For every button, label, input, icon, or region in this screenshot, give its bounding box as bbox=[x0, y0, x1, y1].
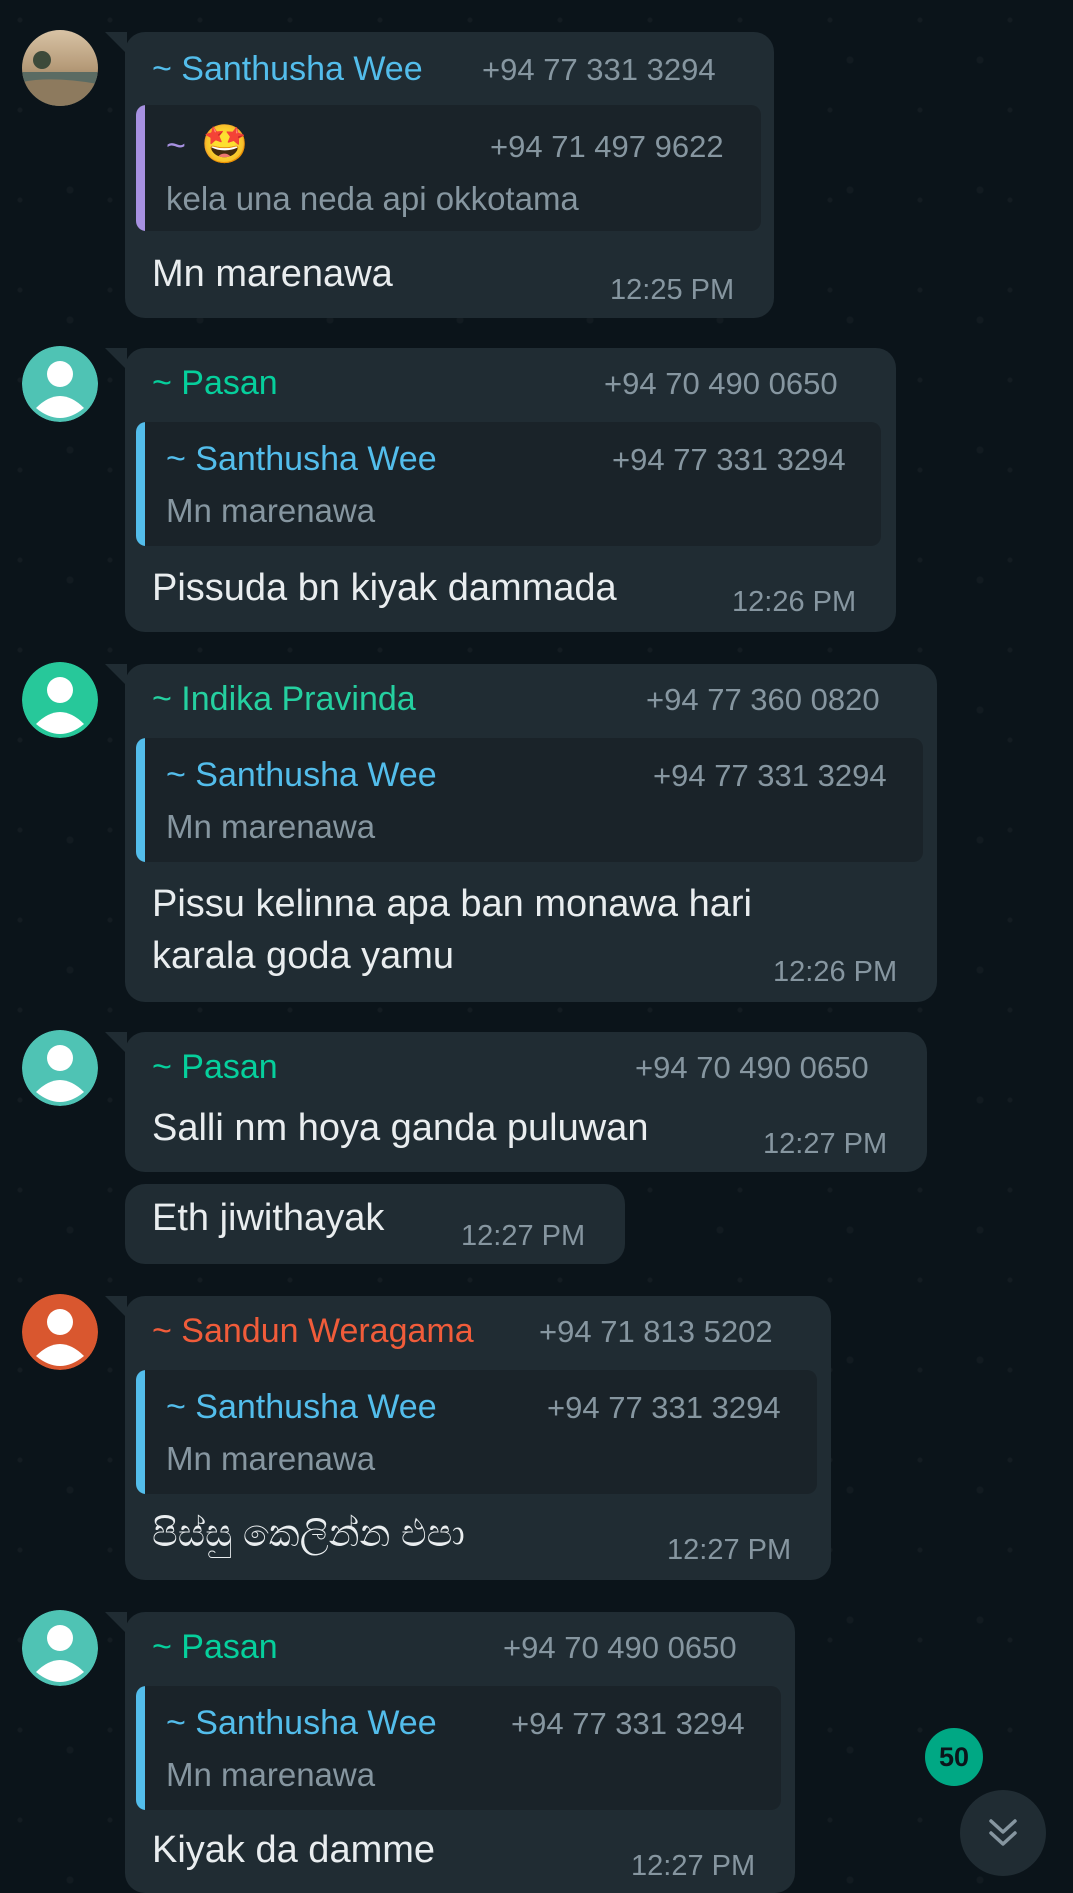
quote-sender: ~ Santhusha Wee bbox=[166, 1704, 437, 1742]
quote-bar bbox=[136, 105, 145, 231]
quote-phone: +94 77 331 3294 bbox=[511, 1706, 745, 1741]
sender-name[interactable]: ~ Pasan bbox=[152, 1628, 278, 1667]
message-time: 12:26 PM bbox=[773, 956, 898, 988]
avatar-default[interactable] bbox=[22, 346, 98, 422]
quote-phone: +94 71 497 9622 bbox=[490, 129, 724, 164]
quote-text: Mn marenawa bbox=[166, 492, 376, 529]
double-chevron-down-icon bbox=[983, 1813, 1023, 1853]
quote-bar bbox=[136, 422, 145, 546]
message-bubble[interactable]: Eth jiwithayak 12:27 PM bbox=[125, 1184, 625, 1264]
message-text: Eth jiwithayak bbox=[152, 1197, 385, 1239]
sender-phone: +94 77 360 0820 bbox=[646, 682, 880, 717]
message-time: 12:27 PM bbox=[763, 1128, 888, 1160]
quote-text: Mn marenawa bbox=[166, 808, 376, 845]
avatar-default[interactable] bbox=[22, 1030, 98, 1106]
quoted-message[interactable]: ~ Santhusha Wee +94 77 331 3294 Mn maren… bbox=[136, 738, 923, 862]
message-time: 12:27 PM bbox=[631, 1850, 756, 1882]
quote-text: Mn marenawa bbox=[166, 1756, 376, 1793]
sender-name[interactable]: ~ Indika Pravinda bbox=[152, 680, 416, 719]
quote-phone: +94 77 331 3294 bbox=[612, 442, 846, 477]
sender-phone: +94 70 490 0650 bbox=[635, 1050, 869, 1085]
message-text: Kiyak da damme bbox=[152, 1829, 436, 1871]
quote-sender: ~ Santhusha Wee bbox=[166, 440, 437, 478]
message-text: Mn marenawa bbox=[152, 253, 393, 295]
message-text-line2: karala goda yamu bbox=[152, 935, 455, 977]
quoted-message[interactable]: ~ Santhusha Wee +94 77 331 3294 Mn maren… bbox=[136, 1686, 781, 1810]
quoted-message[interactable]: ~ Santhusha Wee +94 77 331 3294 Mn maren… bbox=[136, 422, 881, 546]
avatar-photo[interactable] bbox=[22, 30, 98, 106]
unread-count-badge: 50 bbox=[925, 1728, 983, 1786]
sender-name[interactable]: ~ Santhusha Wee bbox=[152, 50, 423, 89]
quote-sender: ~ bbox=[166, 127, 186, 165]
message-time: 12:27 PM bbox=[461, 1220, 586, 1252]
message-bubble[interactable]: ~ Pasan +94 70 490 0650 ~ Santhusha Wee … bbox=[105, 1612, 795, 1893]
quoted-message[interactable]: ~ 🤩 +94 71 497 9622 kela una neda api ok… bbox=[136, 105, 761, 231]
sender-name[interactable]: ~ Pasan bbox=[152, 1048, 278, 1087]
message-time: 12:25 PM bbox=[610, 274, 735, 306]
quote-phone: +94 77 331 3294 bbox=[547, 1390, 781, 1425]
sender-name[interactable]: ~ Sandun Weragama bbox=[152, 1312, 474, 1351]
avatar-default[interactable] bbox=[22, 662, 98, 738]
sender-phone: +94 77 331 3294 bbox=[482, 52, 716, 87]
sender-phone: +94 70 490 0650 bbox=[503, 1630, 737, 1665]
sender-phone: +94 71 813 5202 bbox=[539, 1314, 773, 1349]
message-time: 12:26 PM bbox=[732, 586, 857, 618]
sender-phone: +94 70 490 0650 bbox=[604, 366, 838, 401]
quote-bar bbox=[136, 1370, 145, 1494]
scroll-to-bottom-button[interactable] bbox=[960, 1790, 1046, 1876]
message-text: පිස්සු කෙලින්න එපා bbox=[152, 1513, 465, 1555]
quote-sender: ~ Santhusha Wee bbox=[166, 756, 437, 794]
message-time: 12:27 PM bbox=[667, 1534, 792, 1566]
avatar-default[interactable] bbox=[22, 1294, 98, 1370]
quote-bar bbox=[136, 738, 145, 862]
quoted-message[interactable]: ~ Santhusha Wee +94 77 331 3294 Mn maren… bbox=[136, 1370, 817, 1494]
quote-sender: ~ Santhusha Wee bbox=[166, 1388, 437, 1426]
sender-name[interactable]: ~ Pasan bbox=[152, 364, 278, 403]
message-bubble[interactable]: ~ Santhusha Wee +94 77 331 3294 ~ 🤩 +94 … bbox=[105, 32, 774, 318]
quote-text: Mn marenawa bbox=[166, 1440, 376, 1477]
message-text: Pissuda bn kiyak dammada bbox=[152, 567, 617, 609]
message-bubble[interactable]: ~ Pasan +94 70 490 0650 ~ Santhusha Wee … bbox=[105, 348, 896, 632]
message-text: Salli nm hoya ganda puluwan bbox=[152, 1107, 649, 1149]
quote-bar bbox=[136, 1686, 145, 1810]
message-bubble[interactable]: ~ Indika Pravinda +94 77 360 0820 ~ Sant… bbox=[105, 664, 937, 1002]
avatar-default[interactable] bbox=[22, 1610, 98, 1686]
message-text-line1: Pissu kelinna apa ban monawa hari bbox=[152, 883, 752, 925]
star-struck-emoji-icon: 🤩 bbox=[201, 124, 249, 166]
message-bubble[interactable]: ~ Sandun Weragama +94 71 813 5202 ~ Sant… bbox=[105, 1296, 831, 1580]
message-bubble[interactable]: ~ Pasan +94 70 490 0650 Salli nm hoya ga… bbox=[105, 1032, 927, 1172]
quote-text: kela una neda api okkotama bbox=[166, 180, 579, 217]
quote-phone: +94 77 331 3294 bbox=[653, 758, 887, 793]
